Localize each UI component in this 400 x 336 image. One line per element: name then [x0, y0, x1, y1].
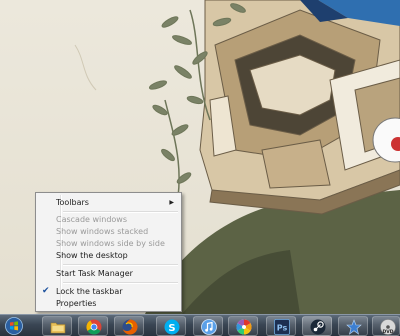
checkmark-icon: ✔ [42, 286, 50, 296]
menu-separator [63, 264, 178, 266]
menu-item-toolbars[interactable]: Toolbars ▶ [38, 197, 179, 208]
starcraft-icon [346, 319, 362, 335]
taskbar-starcraft[interactable] [338, 316, 368, 336]
taskbar-photoshop[interactable]: Ps [266, 316, 296, 336]
svg-text:Ps: Ps [277, 324, 288, 333]
firefox-icon [122, 319, 138, 335]
folder-icon [50, 322, 66, 334]
menu-item-show-windows-side-by-side[interactable]: Show windows side by side [38, 238, 179, 249]
taskbar-itunes[interactable] [193, 316, 223, 336]
taskbar-google-chrome[interactable] [78, 316, 108, 336]
menu-separator [63, 282, 178, 284]
menu-item-lock-taskbar[interactable]: ✔ Lock the taskbar [38, 286, 179, 297]
taskbar-firefox[interactable] [114, 316, 144, 336]
menu-item-label: Lock the taskbar [56, 287, 123, 296]
taskbar-steam[interactable] [302, 316, 332, 336]
menu-item-start-task-manager[interactable]: Start Task Manager [38, 268, 179, 279]
submenu-arrow-icon: ▶ [169, 199, 174, 206]
dvd-icon: DVD [380, 319, 396, 335]
taskbar-skype[interactable]: S [156, 316, 186, 336]
start-button[interactable] [2, 316, 28, 336]
taskbar: S Ps DVD [0, 314, 400, 336]
svg-text:DVD: DVD [383, 329, 394, 335]
menu-item-label: Toolbars [56, 198, 89, 207]
chrome-icon [86, 319, 102, 335]
pinwheel-icon [236, 319, 252, 335]
taskbar-windows-explorer[interactable] [42, 316, 72, 336]
music-note-icon [201, 319, 217, 335]
taskbar-picasa[interactable] [228, 316, 258, 336]
taskbar-dvd-player[interactable]: DVD [372, 316, 400, 336]
steam-icon [310, 319, 326, 335]
windows-logo-icon [5, 317, 23, 335]
menu-separator [63, 211, 178, 213]
svg-text:S: S [168, 323, 175, 334]
taskbar-context-menu: Toolbars ▶ Cascade windows Show windows … [35, 192, 182, 312]
skype-icon: S [164, 319, 180, 335]
menu-item-cascade-windows[interactable]: Cascade windows [38, 214, 179, 225]
photoshop-icon: Ps [274, 319, 290, 335]
menu-item-show-desktop[interactable]: Show the desktop [38, 250, 179, 261]
menu-item-properties[interactable]: Properties [38, 298, 179, 309]
menu-item-show-windows-stacked[interactable]: Show windows stacked [38, 226, 179, 237]
